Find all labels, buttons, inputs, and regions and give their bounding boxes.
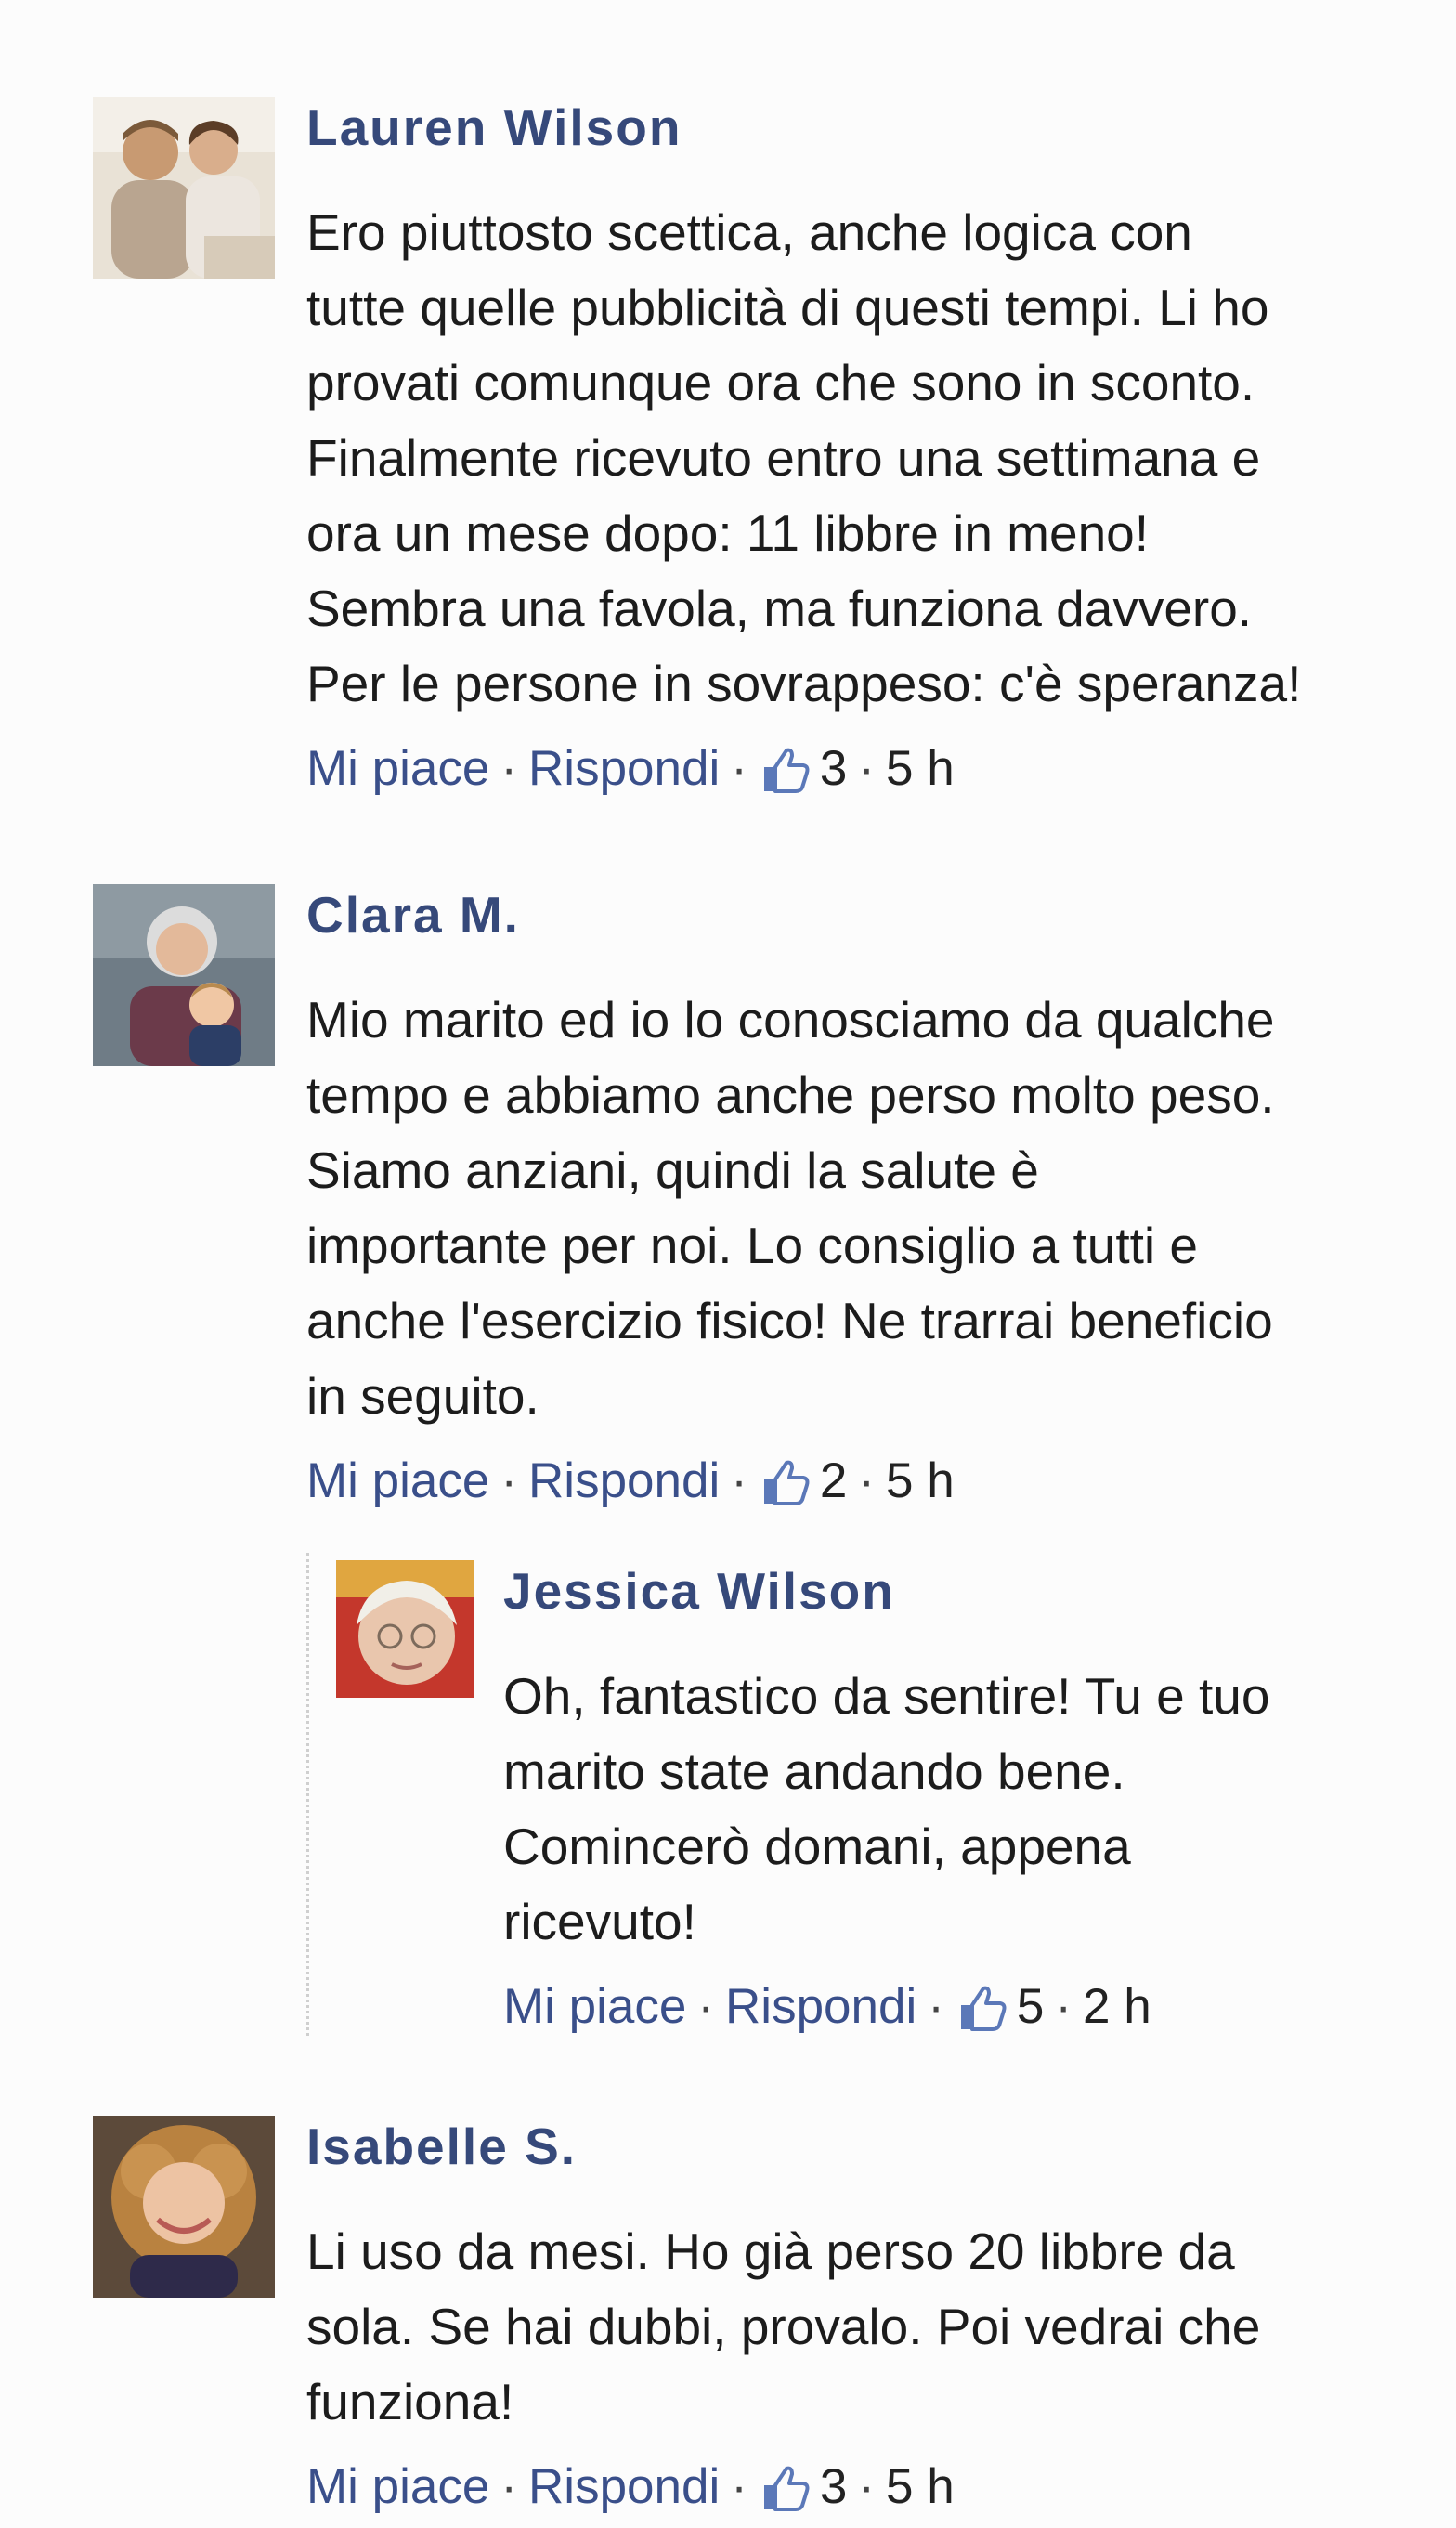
comment-text-line: Per le persone in sovrappeso: c'è speran… bbox=[306, 655, 1302, 712]
comment-author[interactable]: Isabelle S. bbox=[306, 2116, 1456, 2177]
reply-text: Oh, fantastico da sentire! Tu e tuo mari… bbox=[503, 1659, 1432, 1960]
comment-text-line: Ero piuttosto scettica, anche logica con bbox=[306, 203, 1192, 261]
comment-actions: Mi piace · Rispondi · 3 · 5 h bbox=[306, 2456, 1456, 2518]
separator-dot: · bbox=[500, 2459, 518, 2514]
thumbs-up-icon bbox=[956, 1981, 1008, 2033]
reply-link[interactable]: Rispondi bbox=[725, 1976, 916, 2038]
avatar[interactable] bbox=[93, 2116, 275, 2298]
comment-text: Mio marito ed io lo conosciamo da qualch… bbox=[306, 983, 1456, 1434]
comment-text-line: Mio marito ed io lo conosciamo da qualch… bbox=[306, 991, 1275, 1049]
separator-dot: · bbox=[697, 1979, 715, 2034]
comment-text-line: tutte quelle pubblicità di questi tempi.… bbox=[306, 279, 1269, 336]
comment-text-line: in seguito. bbox=[306, 1367, 540, 1425]
separator-dot: · bbox=[858, 1453, 876, 1508]
comment-text-line: Li uso da mesi. Ho già perso 20 libbre d… bbox=[306, 2222, 1235, 2280]
avatar[interactable] bbox=[93, 884, 275, 1066]
like-count: 5 bbox=[1016, 1979, 1045, 2034]
comment-text-line: Finalmente ricevuto entro una settimana … bbox=[306, 429, 1261, 487]
separator-dot: · bbox=[731, 1453, 748, 1508]
comment-actions: Mi piace · Rispondi · 3 · 5 h bbox=[306, 738, 1456, 800]
comment-text-line: funziona! bbox=[306, 2373, 514, 2430]
reply-link[interactable]: Rispondi bbox=[528, 738, 720, 800]
comment-body: Clara M. Mio marito ed io lo conosciamo … bbox=[306, 884, 1456, 1512]
reply-text-line: ricevuto! bbox=[503, 1893, 696, 1950]
like-count: 3 bbox=[819, 2459, 848, 2514]
separator-dot: · bbox=[731, 741, 748, 796]
comment-text-line: sola. Se hai dubbi, provalo. Poi vedrai … bbox=[306, 2298, 1261, 2355]
comment-text-line: Siamo anziani, quindi la salute è bbox=[306, 1141, 1039, 1199]
comment-text-line: anche l'esercizio fisico! Ne trarrai ben… bbox=[306, 1292, 1273, 1349]
reply-link[interactable]: Rispondi bbox=[528, 1451, 720, 1512]
comment-body: Isabelle S. Li uso da mesi. Ho già perso… bbox=[306, 2116, 1456, 2518]
comment-text: Ero piuttosto scettica, anche logica con… bbox=[306, 195, 1456, 722]
comment-author[interactable]: Clara M. bbox=[306, 884, 1456, 945]
avatar-photo-elderly-woman bbox=[336, 1560, 474, 1698]
separator-dot: · bbox=[1055, 1979, 1072, 2034]
comment-body: Lauren Wilson Ero piuttosto scettica, an… bbox=[306, 97, 1456, 800]
reply-text-line: Comincerò domani, appena bbox=[503, 1818, 1131, 1875]
comment-time[interactable]: 5 h bbox=[886, 738, 955, 800]
like-count: 2 bbox=[819, 1453, 848, 1508]
separator-dot: · bbox=[500, 1453, 518, 1508]
comment-actions: Mi piace · Rispondi · 2 · 5 h bbox=[306, 1451, 1456, 1512]
like-link[interactable]: Mi piace bbox=[503, 1976, 686, 2038]
thumbs-up-icon bbox=[759, 743, 811, 795]
comment-time[interactable]: 5 h bbox=[886, 1451, 955, 1512]
reply-time[interactable]: 2 h bbox=[1083, 1976, 1151, 2038]
comment-text-line: tempo e abbiamo anche perso molto peso. bbox=[306, 1066, 1275, 1124]
reply-actions: Mi piace · Rispondi · 5 · 2 h bbox=[503, 1976, 1432, 2038]
reply-text-line: Oh, fantastico da sentire! Tu e tuo bbox=[503, 1667, 1270, 1725]
comment-author[interactable]: Lauren Wilson bbox=[306, 97, 1456, 158]
separator-dot: · bbox=[500, 741, 518, 796]
like-link[interactable]: Mi piace bbox=[306, 1451, 489, 1512]
thumbs-up-icon bbox=[759, 1455, 811, 1507]
thumbs-up-icon bbox=[759, 2461, 811, 2513]
reply-thread-line bbox=[306, 1553, 309, 2036]
comment-text: Li uso da mesi. Ho già perso 20 libbre d… bbox=[306, 2214, 1456, 2440]
reply-text-line: marito state andando bene. bbox=[503, 1742, 1125, 1800]
comment-text-line: provati comunque ora che sono in sconto. bbox=[306, 354, 1255, 411]
separator-dot: · bbox=[858, 2459, 876, 2514]
avatar[interactable] bbox=[336, 1560, 474, 1698]
like-count: 3 bbox=[819, 741, 848, 796]
reply-link[interactable]: Rispondi bbox=[528, 2456, 720, 2518]
like-link[interactable]: Mi piace bbox=[306, 2456, 489, 2518]
separator-dot: · bbox=[858, 741, 876, 796]
avatar-photo-couple bbox=[93, 97, 275, 279]
avatar-photo-curly-hair-woman bbox=[93, 2116, 275, 2298]
reply-author[interactable]: Jessica Wilson bbox=[503, 1560, 1432, 1622]
separator-dot: · bbox=[928, 1979, 944, 2034]
reply-body: Jessica Wilson Oh, fantastico da sentire… bbox=[503, 1560, 1432, 2038]
separator-dot: · bbox=[731, 2459, 748, 2514]
comment-text-line: Sembra una favola, ma funziona davvero. bbox=[306, 580, 1253, 637]
comment-text-line: ora un mese dopo: 11 libbre in meno! bbox=[306, 504, 1150, 562]
avatar-photo-grandmother bbox=[93, 884, 275, 1066]
comment-time[interactable]: 5 h bbox=[886, 2456, 955, 2518]
comment-text-line: importante per noi. Lo consiglio a tutti… bbox=[306, 1217, 1199, 1274]
like-link[interactable]: Mi piace bbox=[306, 738, 489, 800]
avatar[interactable] bbox=[93, 97, 275, 279]
